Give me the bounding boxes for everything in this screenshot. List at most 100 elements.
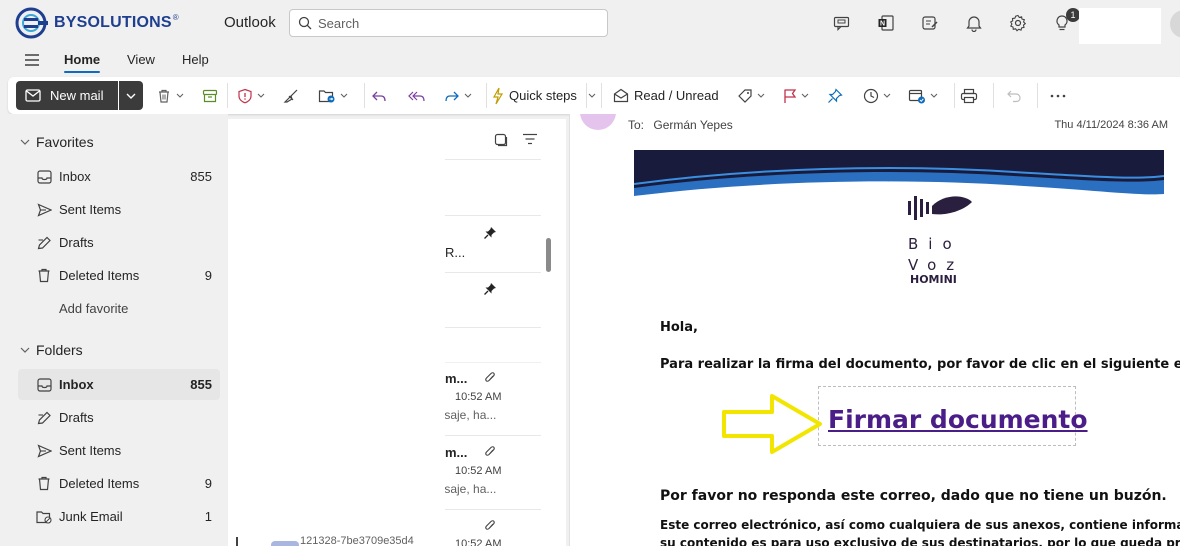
print-button[interactable] bbox=[960, 83, 978, 108]
chevron-down-icon bbox=[340, 93, 348, 98]
arrow-right-icon bbox=[722, 394, 822, 454]
add-favorite-link[interactable]: Add favorite bbox=[59, 301, 128, 316]
pin-button[interactable] bbox=[827, 83, 843, 108]
ribbon-divider bbox=[227, 83, 228, 108]
categorize-button[interactable] bbox=[737, 83, 765, 108]
divider bbox=[445, 509, 541, 510]
chevron-down-icon bbox=[588, 93, 596, 98]
folder-item-inbox[interactable]: Inbox 855 bbox=[18, 369, 220, 400]
broom-icon bbox=[283, 89, 298, 103]
app-name[interactable]: Outlook bbox=[224, 14, 276, 31]
new-mail-dropdown[interactable] bbox=[119, 93, 143, 99]
folder-item-junk[interactable]: Junk Email 1 bbox=[18, 501, 220, 532]
more-options-button[interactable] bbox=[1050, 83, 1066, 108]
search-input[interactable]: Search bbox=[318, 16, 359, 31]
teams-chat-button[interactable] bbox=[820, 11, 864, 35]
tips-button[interactable]: 1 bbox=[1040, 8, 1084, 35]
brand-name: BYSOLUTIONS bbox=[54, 14, 172, 31]
search-box[interactable]: Search bbox=[289, 9, 608, 37]
report-button[interactable] bbox=[237, 83, 265, 108]
ribbon-divider bbox=[586, 83, 587, 108]
brand-logo[interactable]: BYSOLUTIONS ® bbox=[14, 6, 179, 40]
read-unread-button[interactable]: Read / Unread bbox=[613, 83, 719, 108]
avatar[interactable] bbox=[1170, 10, 1180, 38]
reply-all-icon bbox=[408, 91, 425, 101]
todo-button[interactable] bbox=[908, 11, 952, 35]
tag-icon bbox=[738, 88, 752, 103]
paperclip-icon bbox=[485, 520, 495, 530]
logo-line-3: HOMINI bbox=[910, 273, 957, 286]
delete-button[interactable] bbox=[156, 83, 184, 108]
chevron-down-icon bbox=[930, 93, 938, 98]
folder-label: Deleted Items bbox=[59, 268, 140, 283]
reply-all-button[interactable] bbox=[408, 83, 426, 108]
folder-item-drafts[interactable]: Drafts bbox=[18, 402, 220, 433]
ribbon-tabs: Home View Help bbox=[0, 46, 1180, 74]
favorites-header[interactable]: Favorites bbox=[20, 134, 94, 150]
sender-avatar[interactable] bbox=[580, 114, 616, 130]
favorite-item-drafts[interactable]: Drafts bbox=[18, 227, 220, 258]
quick-steps-label: Quick steps bbox=[509, 88, 577, 103]
filter-icon[interactable] bbox=[522, 133, 538, 145]
tab-help[interactable]: Help bbox=[182, 52, 209, 67]
envelope-open-icon bbox=[613, 88, 629, 103]
pencil-icon bbox=[37, 236, 51, 249]
scrollbar-track[interactable] bbox=[543, 230, 553, 546]
avatar-edge-icon bbox=[236, 537, 299, 546]
quick-steps-dropdown[interactable] bbox=[588, 83, 596, 108]
message-list: R... m... 10:52 AM ısaje, ha... m... 10:… bbox=[445, 119, 566, 546]
chat-icon bbox=[833, 16, 850, 31]
email-disclaimer-line-2: su contenido es para uso exclusivo de su… bbox=[660, 536, 1180, 546]
chevron-down-icon bbox=[757, 93, 765, 98]
folders-header[interactable]: Folders bbox=[20, 342, 83, 358]
hamburger-menu-icon[interactable] bbox=[24, 53, 40, 67]
chevron-down-icon bbox=[126, 93, 136, 99]
archive-button[interactable] bbox=[202, 83, 218, 108]
scrollbar-thumb[interactable] bbox=[546, 238, 551, 272]
email-no-reply-notice: Por favor no responda este correo, dado … bbox=[660, 488, 1167, 504]
tab-home[interactable]: Home bbox=[64, 52, 100, 67]
search-icon bbox=[298, 16, 312, 30]
divider bbox=[445, 327, 541, 328]
snooze-button[interactable] bbox=[863, 83, 891, 108]
select-icon[interactable] bbox=[494, 133, 508, 147]
tab-view[interactable]: View bbox=[127, 52, 155, 67]
list-item-time: 10:52 AM bbox=[455, 538, 502, 546]
onenote-button[interactable]: N bbox=[864, 11, 908, 35]
move-to-button[interactable] bbox=[318, 83, 348, 108]
reading-pane: To: Germán Yepes Thu 4/11/2024 8:36 AM B… bbox=[569, 114, 1180, 546]
notifications-button[interactable] bbox=[952, 11, 996, 35]
bell-icon bbox=[966, 16, 982, 32]
rules-button[interactable] bbox=[908, 83, 938, 108]
ribbon-divider bbox=[954, 83, 955, 108]
divider bbox=[445, 272, 541, 273]
recipient-name[interactable]: Germán Yepes bbox=[653, 118, 732, 132]
folder-item-sent[interactable]: Sent Items bbox=[18, 435, 220, 466]
folder-item-deleted[interactable]: Deleted Items 9 bbox=[18, 468, 220, 499]
divider bbox=[445, 435, 541, 436]
reply-button[interactable] bbox=[371, 83, 387, 108]
favorite-item-deleted[interactable]: Deleted Items 9 bbox=[18, 260, 220, 291]
pin-icon[interactable] bbox=[483, 282, 497, 296]
forward-button[interactable] bbox=[444, 83, 472, 108]
quick-steps-button[interactable]: Quick steps bbox=[492, 83, 577, 108]
sign-document-link[interactable]: Firmar documento bbox=[828, 405, 1088, 434]
chevron-down-icon bbox=[176, 93, 184, 98]
favorite-item-inbox[interactable]: Inbox 855 bbox=[18, 161, 220, 192]
folder-pane: Favorites Inbox 855 Sent Items Drafts De… bbox=[0, 114, 228, 546]
settings-button[interactable] bbox=[996, 11, 1040, 35]
send-icon bbox=[36, 443, 52, 458]
list-item-subject: m... bbox=[445, 371, 468, 386]
pin-icon[interactable] bbox=[483, 226, 497, 240]
undo-icon bbox=[1007, 90, 1021, 102]
favorite-item-sent[interactable]: Sent Items bbox=[18, 194, 220, 225]
new-mail-button-group: New mail bbox=[16, 81, 143, 110]
account-area[interactable] bbox=[1079, 8, 1161, 44]
svg-text:N: N bbox=[880, 21, 885, 28]
flag-button[interactable] bbox=[783, 83, 809, 108]
new-mail-button[interactable]: New mail bbox=[16, 81, 118, 110]
tab-home-indicator bbox=[64, 71, 100, 73]
sweep-button[interactable] bbox=[283, 83, 299, 108]
folder-label: Inbox bbox=[59, 377, 94, 392]
undo-button[interactable] bbox=[1006, 83, 1022, 108]
